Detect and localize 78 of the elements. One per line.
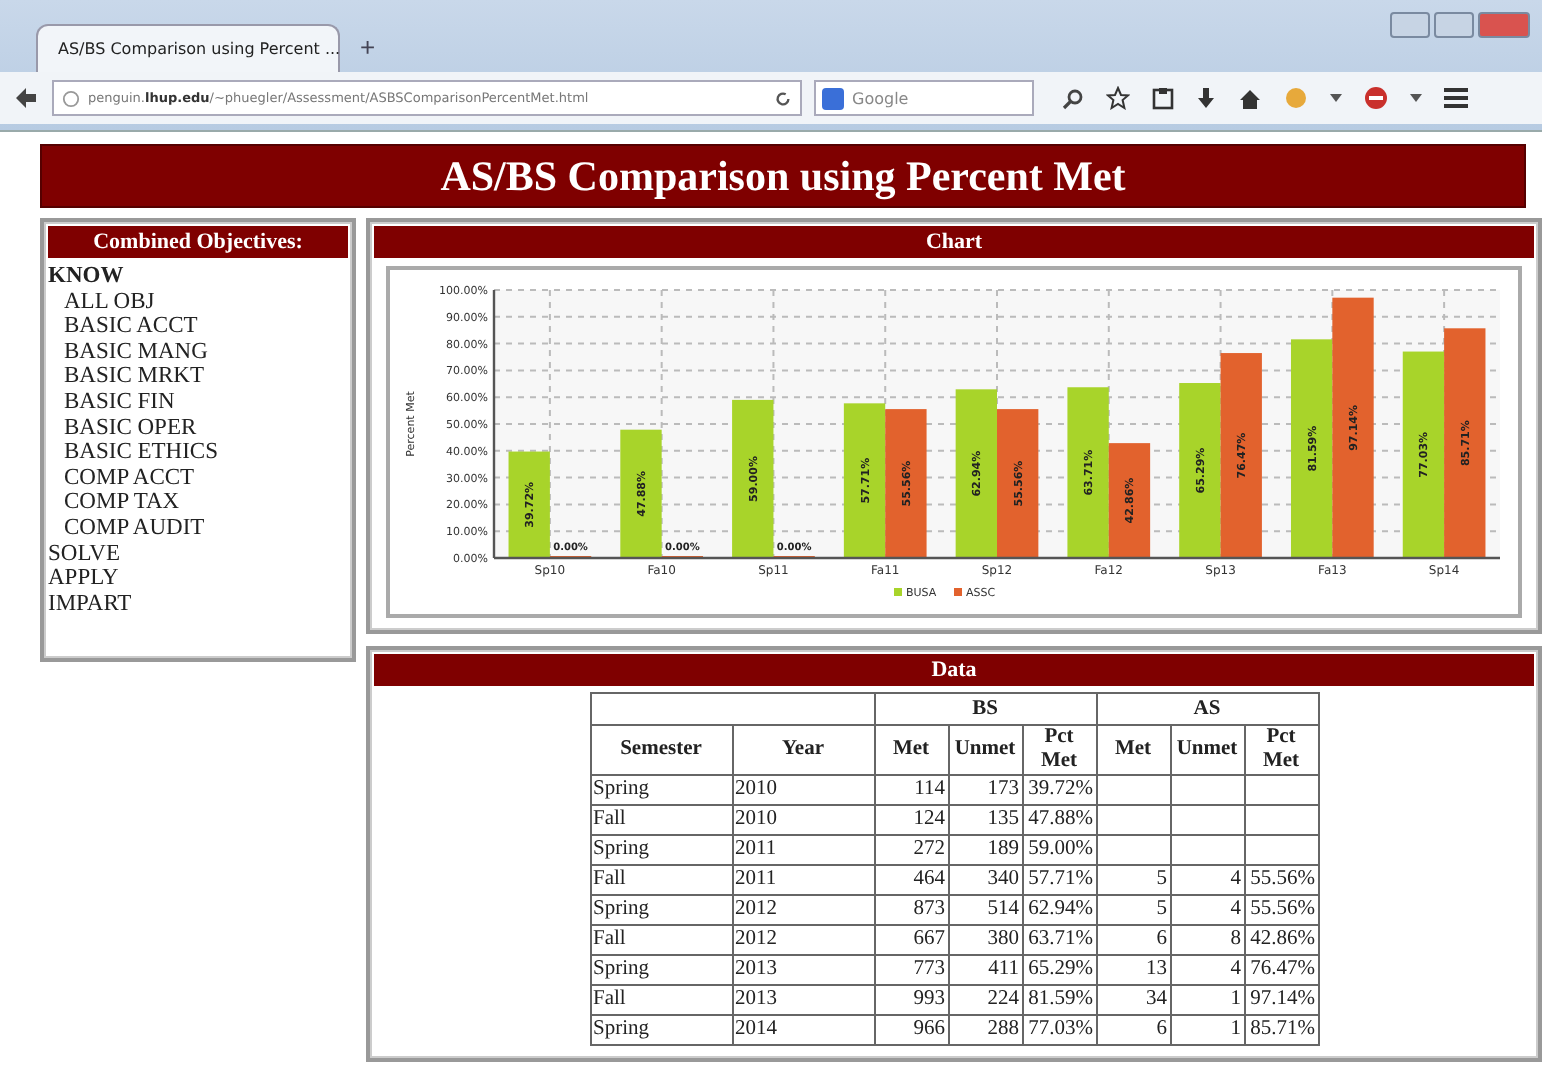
- table-cell: 55.56%: [1244, 865, 1318, 895]
- table-cell: 57.71%: [1022, 865, 1096, 895]
- table-cell: 380: [948, 925, 1022, 955]
- table-cell: 6: [1096, 1015, 1170, 1045]
- table-cell: 966: [874, 1015, 948, 1045]
- table-cell: 4: [1170, 955, 1244, 985]
- table-cell: 39.72%: [1022, 775, 1096, 805]
- search-placeholder: Google: [852, 89, 909, 107]
- column-header: Unmet: [948, 725, 1022, 775]
- table-cell: 411: [948, 955, 1022, 985]
- column-header: Pct Met: [1022, 725, 1096, 775]
- table-cell: 5: [1096, 865, 1170, 895]
- table-cell: 2010: [732, 775, 874, 805]
- table-cell: 4: [1170, 895, 1244, 925]
- table-cell: 6: [1096, 925, 1170, 955]
- column-group-header: BS: [874, 693, 1096, 725]
- table-cell: 514: [948, 895, 1022, 925]
- table-cell: 85.71%: [1244, 1015, 1318, 1045]
- table-cell: 873: [874, 895, 948, 925]
- table-cell: 272: [874, 835, 948, 865]
- table-cell: 1: [1170, 1015, 1244, 1045]
- table-cell: 773: [874, 955, 948, 985]
- table-cell: 288: [948, 1015, 1022, 1045]
- column-header: Year: [732, 725, 874, 775]
- table-cell: Spring: [590, 955, 732, 985]
- table-cell: 2013: [732, 955, 874, 985]
- table-cell: Fall: [590, 865, 732, 895]
- table-cell: 2010: [732, 805, 874, 835]
- table-cell: 189: [948, 835, 1022, 865]
- table-cell: 5: [1096, 895, 1170, 925]
- table-cell: 2011: [732, 835, 874, 865]
- table-cell: 34: [1096, 985, 1170, 1015]
- table-cell: Fall: [590, 925, 732, 955]
- table-cell: 135: [948, 805, 1022, 835]
- table-cell: 224: [948, 985, 1022, 1015]
- table-cell: 47.88%: [1022, 805, 1096, 835]
- column-header: Semester: [590, 725, 732, 775]
- column-group-header: AS: [1096, 693, 1318, 725]
- table-cell: 4: [1170, 865, 1244, 895]
- table-cell: 340: [948, 865, 1022, 895]
- table-cell: 81.59%: [1022, 985, 1096, 1015]
- panel-header: Combined Objectives:: [48, 226, 348, 258]
- table-cell: Fall: [590, 985, 732, 1015]
- table-cell: 1: [1170, 985, 1244, 1015]
- panel-header: Chart: [374, 226, 1534, 258]
- table-cell: 97.14%: [1244, 985, 1318, 1015]
- column-header: Pct Met: [1244, 725, 1318, 775]
- table-cell: 13: [1096, 955, 1170, 985]
- table-cell: 42.86%: [1244, 925, 1318, 955]
- table-cell: 62.94%: [1022, 895, 1096, 925]
- table-cell: 55.56%: [1244, 895, 1318, 925]
- table-cell: 2012: [732, 895, 874, 925]
- table-cell: 173: [948, 775, 1022, 805]
- column-header: Met: [874, 725, 948, 775]
- column-header: Unmet: [1170, 725, 1244, 775]
- table-cell: 993: [874, 985, 948, 1015]
- table-cell: Fall: [590, 805, 732, 835]
- table-cell: 77.03%: [1022, 1015, 1096, 1045]
- table-cell: 667: [874, 925, 948, 955]
- table-cell: 464: [874, 865, 948, 895]
- table-cell: 76.47%: [1244, 955, 1318, 985]
- table-cell: 124: [874, 805, 948, 835]
- table-cell: Spring: [590, 775, 732, 805]
- table-cell: 63.71%: [1022, 925, 1096, 955]
- table-cell: 8: [1170, 925, 1244, 955]
- table-cell: 114: [874, 775, 948, 805]
- page-title: AS/BS Comparison using Percent Met: [40, 144, 1526, 208]
- table-cell: 2013: [732, 985, 874, 1015]
- table-cell: 59.00%: [1022, 835, 1096, 865]
- table-cell: Spring: [590, 835, 732, 865]
- table-cell: Spring: [590, 1015, 732, 1045]
- table-cell: Spring: [590, 895, 732, 925]
- table-cell: 65.29%: [1022, 955, 1096, 985]
- table-cell: 2011: [732, 865, 874, 895]
- table-cell: 2012: [732, 925, 874, 955]
- panel-header: Data: [374, 654, 1534, 686]
- column-header: Met: [1096, 725, 1170, 775]
- table-cell: 2014: [732, 1015, 874, 1045]
